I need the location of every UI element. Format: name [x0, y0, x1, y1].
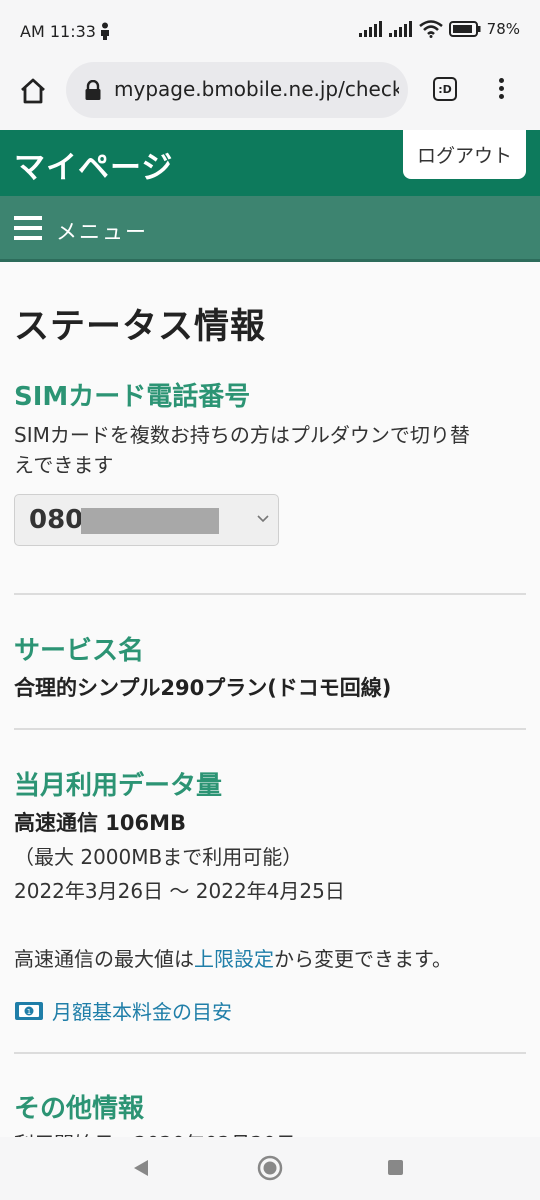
divider [14, 593, 526, 595]
status-indicators: 78% [358, 20, 520, 38]
wifi-icon [418, 20, 443, 38]
masked-phone-number [81, 508, 219, 534]
browser-toolbar: mypage.bmobile.ne.jp/check :D [0, 62, 540, 130]
status-time: AM 11:33 [20, 22, 96, 41]
divider [14, 728, 526, 730]
sim-description-line1: SIMカードを複数お持ちの方はプルダウンで切り替 [14, 423, 470, 447]
other-info-heading: その他情報 [14, 1094, 145, 1124]
site-header: マイページ ログアウト [0, 130, 540, 196]
service-heading: サービス名 [14, 636, 145, 666]
battery-icon [448, 21, 481, 37]
svg-text:1: 1 [27, 1008, 31, 1016]
sim-heading: SIMカード電話番号 [14, 382, 251, 412]
page-title: ステータス情報 [14, 307, 267, 347]
hamburger-icon [14, 216, 42, 240]
sim-number-prefix: 080 [29, 505, 84, 535]
monthly-fee-link[interactable]: 1 月額基本料金の目安 [14, 996, 232, 1025]
money-icon: 1 [15, 1001, 43, 1020]
home-icon [21, 78, 45, 104]
status-bar: AM 11:33 78% [0, 0, 540, 62]
sim-number-select[interactable]: 080 [14, 494, 279, 546]
sim-description-line2: えできます [14, 453, 114, 477]
menu-button[interactable]: メニュー [0, 196, 540, 262]
limit-setting-link[interactable]: 上限設定 [194, 947, 274, 971]
back-icon[interactable] [132, 1158, 150, 1178]
signal-icon-2 [388, 21, 412, 37]
monthly-fee-link-text: 月額基本料金の目安 [52, 1000, 232, 1024]
signal-icon [358, 21, 382, 37]
data-period: 2022年3月26日 〜 2022年4月25日 [14, 879, 345, 903]
data-usage-heading: 当月利用データ量 [14, 771, 223, 801]
logout-button[interactable]: ログアウト [403, 130, 526, 179]
url-bar[interactable]: mypage.bmobile.ne.jp/check [66, 62, 408, 118]
person-status-icon [101, 22, 109, 40]
data-max: （最大 2000MBまで利用可能） [14, 845, 303, 869]
browser-home-button[interactable] [16, 74, 50, 108]
service-name: 合理的シンプル290プラン(ドコモ回線) [14, 676, 392, 700]
lock-icon [85, 80, 101, 100]
more-options-icon[interactable] [494, 76, 508, 104]
limit-note-before: 高速通信の最大値は [14, 947, 194, 971]
battery-percent: 78% [486, 20, 520, 38]
divider [14, 1052, 526, 1054]
limit-note-after: から変更できます。 [274, 947, 452, 971]
main-content: ステータス情報 SIMカード電話番号 SIMカードを複数お持ちの方はプルダウンで… [0, 262, 540, 1137]
system-nav-bar [0, 1137, 540, 1200]
data-used: 高速通信 106MB [14, 811, 187, 835]
recents-icon[interactable] [388, 1160, 403, 1175]
url-text: mypage.bmobile.ne.jp/check [114, 77, 399, 101]
other-info-cut-line: 利用開始日：2020年02月20日 [14, 1128, 296, 1137]
site-title: マイページ [14, 150, 174, 186]
menu-label: メニュー [56, 220, 148, 244]
limit-note: 高速通信の最大値は上限設定から変更できます。 [14, 942, 452, 976]
chevron-down-icon [257, 515, 269, 523]
tab-switcher-button[interactable]: :D [433, 77, 457, 101]
home-nav-icon[interactable] [257, 1155, 283, 1181]
